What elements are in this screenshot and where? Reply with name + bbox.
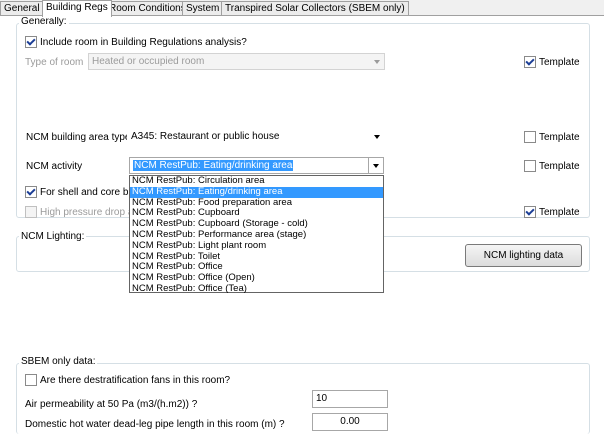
- template-label: Template: [539, 161, 580, 172]
- tab-system[interactable]: System: [182, 1, 224, 16]
- ncm-activity-combo[interactable]: NCM RestPub: Eating/drinking area: [129, 157, 384, 174]
- building-area-template-checkbox[interactable]: [524, 131, 536, 143]
- dropdown-option[interactable]: NCM RestPub: Office (Tea): [130, 283, 383, 295]
- air-permeability-input[interactable]: 10: [312, 390, 388, 408]
- activity-template-checkbox[interactable]: [524, 160, 536, 172]
- high-pressure-template-checkbox[interactable]: [524, 206, 536, 218]
- tab-building-regs[interactable]: Building Regs: [42, 0, 112, 17]
- tab-strip: General Building Regs Room Conditions Sy…: [0, 0, 604, 17]
- ncm-lighting-data-button[interactable]: NCM lighting data: [465, 244, 582, 267]
- type-of-room-combo: Heated or occupied room: [88, 53, 385, 70]
- template-label: Template: [539, 57, 580, 68]
- tab-general[interactable]: General: [0, 1, 44, 16]
- ncm-activity-dropdown-button[interactable]: [368, 158, 383, 173]
- generally-title: Generally:: [19, 16, 69, 27]
- ncm-building-area-type-combo[interactable]: A345: Restaurant or public house: [127, 128, 385, 145]
- tab-room-conditions[interactable]: Room Conditions: [105, 1, 190, 16]
- include-room-label: Include room in Building Regulations ana…: [40, 37, 247, 48]
- dropdown-option-selected[interactable]: NCM RestPub: Eating/drinking area: [130, 186, 383, 198]
- ncm-building-area-type-value: A345: Restaurant or public house: [131, 131, 280, 142]
- template-label: Template: [539, 132, 580, 143]
- dhw-dead-leg-label: Domestic hot water dead-leg pipe length …: [25, 419, 285, 430]
- tab-transpired-solar-collectors[interactable]: Transpired Solar Collectors (SBEM only): [221, 1, 409, 16]
- template-label: Template: [539, 207, 580, 218]
- destrat-fans-checkbox[interactable]: [25, 374, 37, 386]
- type-of-room-label: Type of room: [25, 57, 84, 68]
- include-room-checkbox[interactable]: [25, 36, 37, 48]
- ncm-activity-label: NCM activity: [26, 161, 83, 172]
- type-of-room-template-checkbox[interactable]: [524, 56, 536, 68]
- chevron-down-icon: [373, 164, 379, 168]
- ncm-lighting-title: NCM Lighting:: [19, 231, 87, 242]
- type-of-room-value: Heated or occupied room: [92, 56, 205, 67]
- ncm-building-area-type-label: NCM building area type: [26, 132, 131, 143]
- high-pressure-checkbox: [25, 206, 37, 218]
- sbem-title: SBEM only data:: [19, 356, 98, 367]
- high-pressure-label: High pressure drop air: [40, 207, 139, 218]
- ncm-activity-value: NCM RestPub: Eating/drinking area: [133, 160, 294, 171]
- destrat-fans-label: Are there destratification fans in this …: [40, 375, 231, 386]
- air-permeability-label: Air permeability at 50 Pa (m3/(h.m2)) ?: [25, 399, 198, 410]
- dropdown-option[interactable]: NCM RestPub: Light plant room: [130, 240, 383, 252]
- shell-core-label: For shell and core buil: [40, 187, 139, 198]
- ncm-activity-dropdown-list: NCM RestPub: Circulation area NCM RestPu…: [129, 175, 384, 295]
- chevron-down-icon: [374, 135, 380, 139]
- shell-core-checkbox[interactable]: [25, 186, 37, 198]
- chevron-down-icon: [374, 60, 380, 64]
- dhw-dead-leg-input[interactable]: 0.00: [312, 413, 388, 431]
